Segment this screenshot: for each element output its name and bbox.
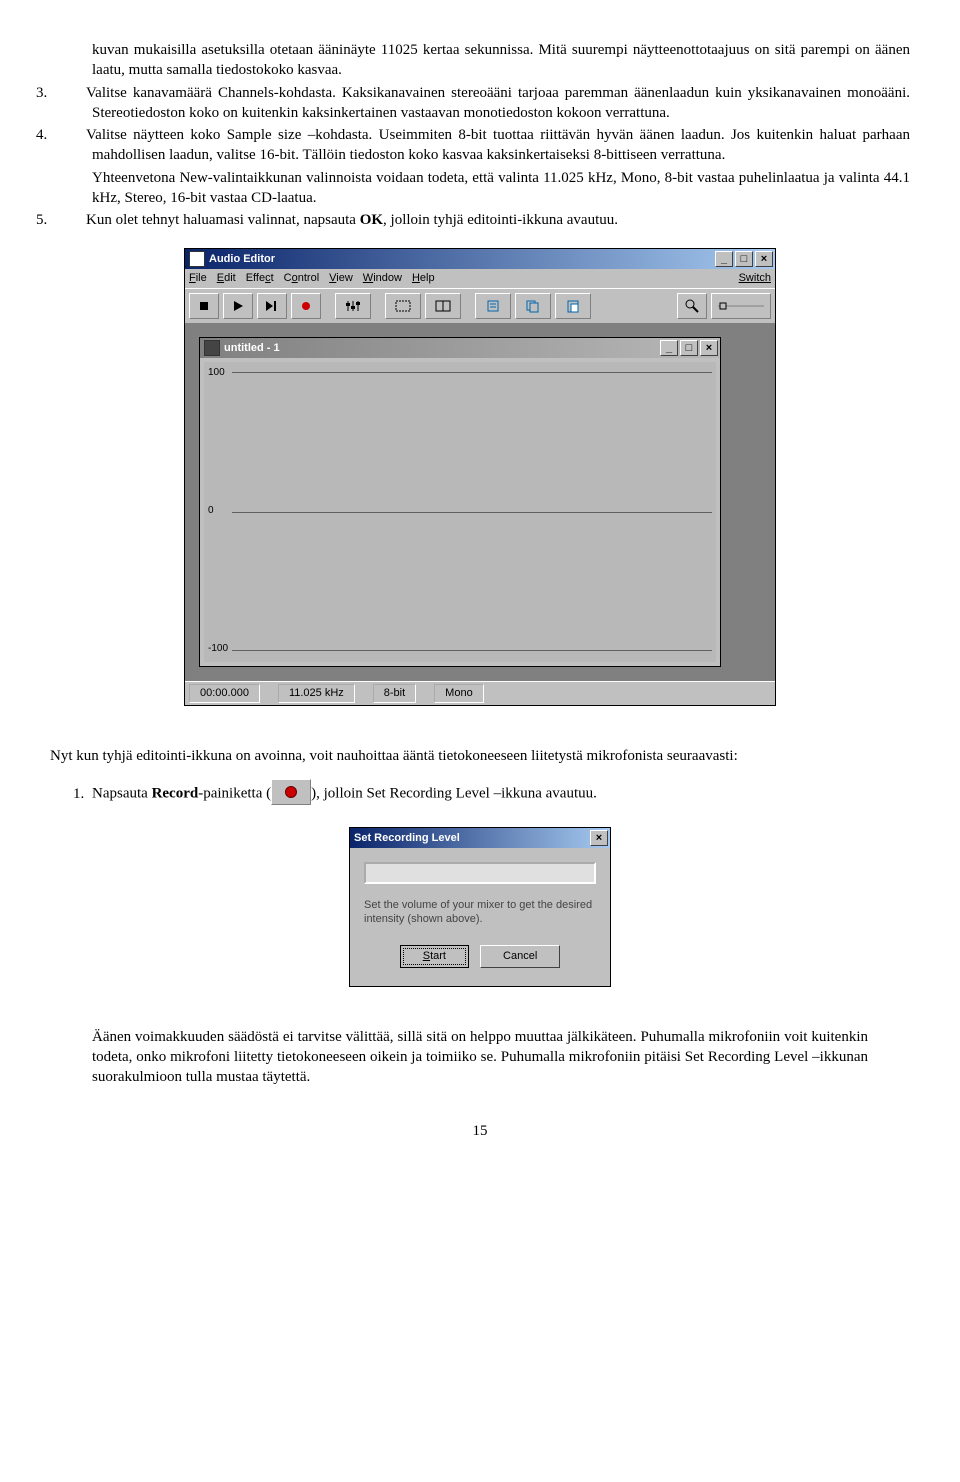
record-button-inline bbox=[271, 779, 311, 805]
doc-minimize-button[interactable]: _ bbox=[660, 340, 678, 356]
cancel-button[interactable]: Cancel bbox=[480, 945, 560, 968]
para-continuation: kuvan mukaisilla asetuksilla otetaan ään… bbox=[92, 40, 910, 81]
waveform-canvas[interactable]: 100 0 -100 bbox=[204, 362, 716, 662]
dialog-titlebar[interactable]: Set Recording Level × bbox=[350, 828, 610, 848]
menu-help[interactable]: Help bbox=[412, 271, 435, 286]
axis-label-bot: -100 bbox=[208, 642, 228, 656]
status-bits: 8-bit bbox=[373, 684, 416, 703]
play-end-button[interactable] bbox=[257, 293, 287, 319]
status-rate: 11.025 kHz bbox=[278, 684, 355, 703]
maximize-button[interactable]: □ bbox=[735, 251, 753, 267]
menu-control[interactable]: Control bbox=[284, 271, 319, 286]
status-time: 00:00.000 bbox=[189, 684, 260, 703]
list-text-a: Kun olet tehnyt haluamasi valinnat, naps… bbox=[86, 212, 360, 228]
app-icon bbox=[189, 251, 205, 267]
level-meter bbox=[364, 862, 596, 884]
zoom-button[interactable] bbox=[677, 293, 707, 319]
dialog-close-button[interactable]: × bbox=[590, 830, 608, 846]
menu-view[interactable]: View bbox=[329, 271, 353, 286]
cut-button[interactable] bbox=[475, 293, 511, 319]
para-bottom: Äänen voimakkuuden säädöstä ei tarvitse … bbox=[92, 1027, 868, 1088]
doc-titlebar[interactable]: untitled - 1 _ □ × bbox=[200, 338, 720, 358]
stop-button[interactable] bbox=[189, 293, 219, 319]
list-text: Valitse kanavamäärä Channels-kohdasta. K… bbox=[86, 85, 910, 121]
doc-title: untitled - 1 bbox=[224, 341, 280, 356]
recording-level-dialog: Set Recording Level × Set the volume of … bbox=[349, 827, 611, 986]
list-item-4: 4.Valitse näytteen koko Sample size –koh… bbox=[64, 125, 910, 208]
list-num: 5. bbox=[64, 210, 86, 230]
list-num: 4. bbox=[64, 125, 86, 145]
play-button[interactable] bbox=[223, 293, 253, 319]
mdi-area: untitled - 1 _ □ × 100 0 -100 bbox=[185, 323, 775, 681]
menu-window[interactable]: Window bbox=[363, 271, 402, 286]
list-summary: Yhteenvetona New-valintaikkunan valinnoi… bbox=[92, 168, 910, 209]
minimize-button[interactable]: _ bbox=[715, 251, 733, 267]
rec-text-d: ), jolloin Set Recording Level –ikkuna a… bbox=[311, 786, 597, 802]
dialog-title: Set Recording Level bbox=[354, 831, 460, 846]
rec-text-c: -painiketta ( bbox=[198, 786, 271, 802]
record-steps: Napsauta Record-painiketta ( ), jolloin S… bbox=[50, 781, 910, 807]
page-number: 15 bbox=[50, 1121, 910, 1141]
list-item-5: 5.Kun olet tehnyt haluamasi valinnat, na… bbox=[64, 210, 910, 230]
toolbar bbox=[185, 288, 775, 323]
rec-text-b: Record bbox=[152, 786, 199, 802]
axis-label-top: 100 bbox=[208, 366, 225, 380]
record-dot-icon bbox=[285, 786, 297, 798]
record-step-1: Napsauta Record-painiketta ( ), jolloin S… bbox=[88, 781, 910, 807]
status-channels: Mono bbox=[434, 684, 484, 703]
start-button[interactable]: Start bbox=[400, 945, 469, 968]
rec-text-a: Napsauta bbox=[92, 786, 152, 802]
menu-bar: File Edit Effect Control View Window Hel… bbox=[185, 269, 775, 288]
window-titlebar[interactable]: Audio Editor _ □ × bbox=[185, 249, 775, 269]
paste-button[interactable] bbox=[555, 293, 591, 319]
audio-editor-window: Audio Editor _ □ × File Edit Effect Cont… bbox=[184, 248, 776, 706]
window-title: Audio Editor bbox=[209, 252, 275, 267]
record-button[interactable] bbox=[291, 293, 321, 319]
list-num: 3. bbox=[64, 83, 86, 103]
doc-close-button[interactable]: × bbox=[700, 340, 718, 356]
doc-maximize-button[interactable]: □ bbox=[680, 340, 698, 356]
list-text-c: , jolloin tyhjä editointi-ikkuna avautuu… bbox=[383, 212, 618, 228]
para-middle: Nyt kun tyhjä editointi-ikkuna on avoinn… bbox=[50, 746, 910, 766]
select-mode-button[interactable] bbox=[385, 293, 421, 319]
list-text-b: OK bbox=[360, 212, 383, 228]
menu-effect[interactable]: Effect bbox=[246, 271, 274, 286]
menu-file[interactable]: File bbox=[189, 271, 207, 286]
axis-label-mid: 0 bbox=[208, 504, 214, 518]
menu-switch[interactable]: Switch bbox=[739, 271, 771, 286]
doc-icon bbox=[204, 340, 220, 356]
close-button[interactable]: × bbox=[755, 251, 773, 267]
copy-button[interactable] bbox=[515, 293, 551, 319]
status-bar: 00:00.000 11.025 kHz 8-bit Mono bbox=[185, 681, 775, 705]
sliders-button[interactable] bbox=[335, 293, 371, 319]
list-text: Valitse näytteen koko Sample size –kohda… bbox=[86, 127, 910, 163]
list-item-3: 3.Valitse kanavamäärä Channels-kohdasta.… bbox=[64, 83, 910, 124]
cursor-mode-button[interactable] bbox=[425, 293, 461, 319]
document-window: untitled - 1 _ □ × 100 0 -100 bbox=[199, 337, 721, 667]
dialog-text: Set the volume of your mixer to get the … bbox=[364, 898, 596, 927]
zoom-slider[interactable] bbox=[711, 293, 771, 319]
menu-edit[interactable]: Edit bbox=[217, 271, 236, 286]
